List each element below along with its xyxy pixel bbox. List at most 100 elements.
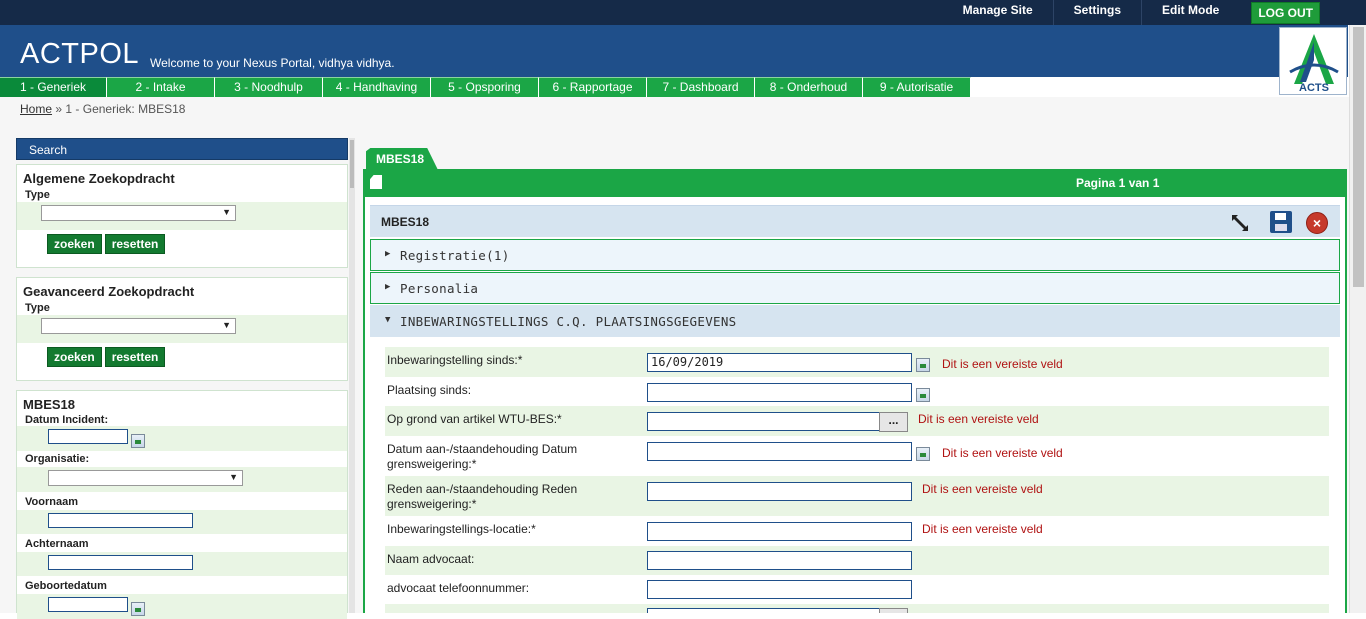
required-error: Dit is een vereiste veld [942,446,1063,460]
chevron-down-icon: ▼ [385,315,391,325]
organisation-select[interactable] [48,469,243,486]
incident-date-label: Datum Incident: [25,414,109,426]
save-icon[interactable] [1270,211,1292,233]
tab-mbes18[interactable]: MBES18 [366,148,438,170]
advanced-search-button[interactable]: zoeken [47,347,102,367]
lastname-label: Achternaam [25,537,89,550]
locatie-input[interactable] [647,522,912,541]
page-scrollbar[interactable] [1349,25,1366,613]
tab-intake[interactable]: 2 - Intake [107,77,215,97]
section-inbewaringstelling[interactable]: ▼ INBEWARINGSTELLINGS C.Q. PLAATSINGSGEG… [370,305,1340,337]
form-row: Inbewaringstellings-locatie:* Dit is een… [385,516,1329,546]
settings-link[interactable]: Settings [1052,0,1141,25]
advocaat-naam-input[interactable] [647,551,912,570]
scrollbar-thumb[interactable] [1353,27,1364,287]
panel-title: MBES18 [381,215,430,229]
calendar-icon[interactable] [916,388,930,402]
breadcrumb-current: 1 - Generiek: MBES18 [65,102,186,116]
partial-input[interactable] [647,608,880,613]
app-title: ACTPOL [20,38,140,70]
form-row: Inbewaringstelling sinds:* 16/09/2019 Di… [385,347,1329,377]
inbewaringstelling-date-input[interactable]: 16/09/2019 [647,353,912,372]
pagination-text: Pagina 1 van 1 [1076,176,1160,190]
main-tabs: 1 - Generiek 2 - Intake 3 - Noodhulp 4 -… [0,77,971,97]
required-error: Dit is een vereiste veld [922,522,1043,536]
chevron-right-icon: ▶ [385,249,391,259]
advanced-type-select[interactable] [41,318,236,334]
section-inbewaringstelling-label: INBEWARINGSTELLINGS C.Q. PLAATSINGSGEGEV… [400,314,737,329]
field-label: Reden aan-/staandehouding Reden grenswei… [387,482,578,511]
expand-icon[interactable] [1230,213,1250,233]
general-type-select[interactable] [41,205,236,221]
logo-text: ACTS [1299,82,1329,94]
advanced-search-box: Geavanceerd Zoekopdracht Type zoekenrese… [16,277,348,381]
form-row: Plaatsing sinds: [385,377,1329,406]
field-label: Op grond van artikel WTU-BES:* [387,412,562,426]
top-bar: Manage Site Settings Edit Mode LOG OUT [0,0,1366,25]
tab-noodhulp[interactable]: 3 - Noodhulp [215,77,323,97]
organisation-label: Organisatie: [25,452,90,465]
tab-autorisatie[interactable]: 9 - Autorisatie [863,77,971,97]
form-row: Op grond van artikel WTU-BES:* ... Dit i… [385,406,1329,436]
close-icon[interactable]: × [1306,212,1328,234]
panel-splitter[interactable] [349,138,355,613]
edit-mode-link[interactable]: Edit Mode [1141,0,1239,25]
general-reset-button[interactable]: resetten [104,234,166,254]
advocaat-telefoon-input[interactable] [647,580,912,599]
tab-onderhoud[interactable]: 8 - Onderhoud [755,77,863,97]
calendar-icon[interactable] [131,601,146,616]
field-label: advocaat telefoonnummer: [387,581,530,595]
form-row: Datum aan-/staandehouding Datum grenswei… [385,436,1329,476]
field-label: Datum aan-/staandehouding Datum grenswei… [387,442,578,471]
acts-logo: ACTS [1279,27,1347,95]
tab-generiek[interactable]: 1 - Generiek [0,77,107,97]
general-search-title: Algemene Zoekopdracht [23,171,175,186]
tab-opsporing[interactable]: 5 - Opsporing [431,77,539,97]
calendar-icon[interactable] [131,433,146,448]
tab-rapportage[interactable]: 6 - Rapportage [539,77,647,97]
pagination-bar: Pagina 1 van 1 [363,169,1347,197]
tab-dashboard[interactable]: 7 - Dashboard [647,77,755,97]
lastname-input[interactable] [48,554,193,570]
document-icon[interactable] [370,175,382,189]
general-search-button[interactable]: zoeken [47,234,102,254]
general-search-box: Algemene Zoekopdracht Type zoekenresette… [16,164,348,268]
incident-date-input[interactable] [48,429,128,444]
welcome-text: Welcome to your Nexus Portal, vidhya vid… [150,56,395,70]
manage-site-link[interactable]: Manage Site [943,0,1053,25]
form-row: advocaat telefoonnummer: [385,575,1329,604]
form-row: Naam advocaat: [385,546,1329,575]
search-panel-title: Search [16,138,348,160]
panel-header: MBES18 × [370,205,1340,237]
calendar-icon[interactable] [916,447,930,461]
mbes-search-box: MBES18 Datum Incident: Organisatie: Voor… [16,390,348,619]
breadcrumb-home[interactable]: Home [20,102,52,116]
general-type-label: Type [25,189,50,201]
splitter-grip[interactable] [350,140,354,188]
birthdate-label: Geboortedatum [25,579,107,592]
advanced-reset-button[interactable]: resetten [104,347,166,367]
field-label: Inbewaringstelling sinds:* [387,353,523,367]
staandehouding-date-input[interactable] [647,442,912,461]
advanced-search-title: Geavanceerd Zoekopdracht [23,284,195,299]
chevron-right-icon: ▶ [385,282,391,292]
section-registratie[interactable]: ▶ Registratie(1) [370,239,1340,271]
tab-handhaving[interactable]: 4 - Handhaving [323,77,431,97]
breadcrumb-separator: » [55,102,63,116]
section-personalia-label: Personalia [400,281,479,296]
firstname-input[interactable] [48,512,193,528]
field-label: Plaatsing sinds: [387,383,472,397]
field-label: Inbewaringstellings-locatie:* [387,522,536,536]
reden-input[interactable] [647,482,912,501]
form-row: Reden aan-/staandehouding Reden grenswei… [385,476,1329,516]
lookup-button[interactable]: ... [879,412,908,432]
calendar-icon[interactable] [916,358,930,372]
artikel-input[interactable] [647,412,880,431]
birthdate-input[interactable] [48,596,128,612]
form-row [385,604,1329,613]
section-personalia[interactable]: ▶ Personalia [370,272,1340,304]
mbes-search-title: MBES18 [23,397,76,412]
logout-button[interactable]: LOG OUT [1251,1,1320,24]
plaatsing-date-input[interactable] [647,383,912,402]
lookup-button[interactable] [879,608,908,613]
